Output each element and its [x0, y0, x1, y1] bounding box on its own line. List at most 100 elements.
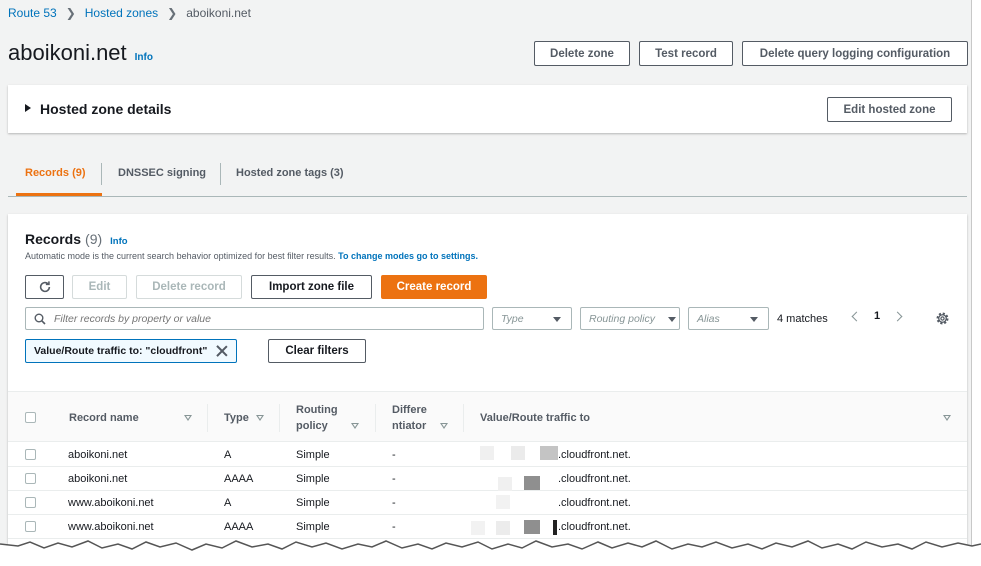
info-link[interactable]: Info [135, 52, 153, 63]
record-name[interactable]: www.aboikoni.net [68, 497, 154, 509]
description-text: Automatic mode is the current search beh… [25, 251, 336, 261]
routing-policy-select[interactable]: Routing policy [580, 307, 680, 330]
records-title: Records [25, 231, 82, 247]
records-info-link[interactable]: Info [110, 236, 127, 247]
select-all-checkbox[interactable] [25, 412, 36, 423]
redacted-block [524, 476, 540, 490]
record-routing: Simple [296, 473, 330, 485]
row-checkbox[interactable] [25, 497, 36, 508]
records-container: Records (9) Info Automatic mode is the c… [8, 214, 967, 548]
table-row[interactable]: www.aboikoni.net A Simple - .cloudfront.… [8, 491, 967, 515]
caret-right-icon[interactable] [25, 104, 31, 112]
filter-token: Value/Route traffic to: "cloudfront" [25, 339, 238, 363]
record-name[interactable]: aboikoni.net [68, 473, 127, 485]
torn-edge [0, 540, 981, 566]
delete-query-logging-button[interactable]: Delete query logging configuration [742, 41, 968, 66]
column-type[interactable]: Type [224, 410, 249, 426]
column-routing-line1: Routing [296, 404, 338, 416]
record-differentiator: - [392, 473, 396, 485]
refresh-icon [39, 281, 50, 293]
test-record-button[interactable]: Test record [639, 41, 733, 66]
caret-down-icon [553, 317, 561, 322]
settings-link[interactable]: To change modes go to settings. [338, 251, 478, 261]
column-divider [207, 404, 208, 432]
record-name[interactable]: aboikoni.net [68, 449, 127, 461]
type-select[interactable]: Type [492, 307, 572, 330]
hosted-zone-details-panel: Hosted zone details Edit hosted zone [8, 85, 967, 133]
next-page-icon[interactable] [892, 311, 903, 321]
previous-page-icon[interactable] [851, 311, 862, 321]
column-value-route-traffic[interactable]: Value/Route traffic to [480, 410, 590, 426]
caret-down-icon [750, 317, 758, 322]
tab-hosted-zone-tags[interactable]: Hosted zone tags (3) [236, 167, 344, 179]
delete-record-button[interactable]: Delete record [136, 275, 242, 299]
hosted-zone-details-toggle[interactable]: Hosted zone details [40, 101, 171, 117]
redacted-block [498, 477, 512, 491]
type-select-placeholder: Type [501, 312, 524, 325]
column-diff-line2: ntiator [392, 420, 427, 432]
tabs: Records (9) DNSSEC signing Hosted zone t… [8, 155, 967, 197]
redacted-block [496, 495, 510, 509]
sort-icon[interactable] [943, 415, 951, 421]
pagination: 1 [851, 310, 903, 322]
sort-icon[interactable] [184, 415, 192, 421]
column-differentiator[interactable]: Differe ntiator [392, 402, 427, 434]
alias-select[interactable]: Alias [688, 307, 769, 330]
tab-dnssec-signing[interactable]: DNSSEC signing [118, 167, 206, 179]
edit-button[interactable]: Edit [72, 275, 127, 299]
record-value: .cloudfront.net. [558, 449, 631, 461]
close-icon[interactable] [216, 345, 228, 357]
routing-select-placeholder: Routing policy [589, 312, 655, 325]
tab-divider [101, 163, 102, 185]
column-divider [463, 404, 464, 432]
filter-records-input[interactable] [54, 312, 454, 325]
tab-records[interactable]: Records (9) [25, 167, 86, 179]
record-value: .cloudfront.net. [558, 497, 631, 509]
record-type: A [224, 497, 232, 509]
column-diff-line1: Differe [392, 404, 427, 416]
record-routing: Simple [296, 449, 330, 461]
filter-token-label: Value/Route traffic to: "cloudfront" [34, 345, 208, 357]
breadcrumb-current: aboikoni.net [186, 6, 251, 20]
breadcrumb: Route 53 ❯ Hosted zones ❯ aboikoni.net [8, 6, 251, 20]
column-record-name[interactable]: Record name [69, 410, 139, 426]
sort-icon[interactable] [256, 415, 264, 421]
import-zone-file-button[interactable]: Import zone file [251, 275, 372, 299]
caret-down-icon [668, 317, 676, 322]
route53-page: Route 53 ❯ Hosted zones ❯ aboikoni.net a… [0, 0, 972, 548]
filter-box [25, 307, 484, 330]
record-type: AAAA [224, 473, 254, 485]
record-value: .cloudfront.net. [558, 473, 631, 485]
record-routing: Simple [296, 497, 330, 509]
search-icon [34, 313, 46, 325]
clear-filters-button[interactable]: Clear filters [268, 339, 366, 363]
page-header: aboikoni.net Info [8, 40, 153, 66]
refresh-button[interactable] [25, 275, 64, 299]
sort-icon[interactable] [351, 423, 359, 429]
column-routing-line2: policy [296, 420, 328, 432]
column-divider [279, 404, 280, 432]
page-title: aboikoni.net [8, 40, 127, 65]
delete-zone-button[interactable]: Delete zone [534, 41, 630, 66]
chevron-right-icon: ❯ [65, 6, 76, 20]
records-description: Automatic mode is the current search beh… [25, 251, 478, 261]
column-routing-policy[interactable]: Routing policy [296, 402, 338, 434]
tab-divider [220, 163, 221, 185]
record-differentiator: - [392, 449, 396, 461]
breadcrumb-hosted-zones[interactable]: Hosted zones [85, 6, 158, 20]
record-differentiator: - [392, 497, 396, 509]
alias-select-placeholder: Alias [697, 312, 720, 325]
current-page[interactable]: 1 [874, 310, 880, 322]
row-checkbox[interactable] [25, 449, 36, 460]
table-row[interactable]: aboikoni.net AAAA Simple - .cloudfront.n… [8, 467, 967, 491]
redacted-block [540, 446, 558, 460]
sort-icon[interactable] [440, 423, 448, 429]
gear-icon[interactable] [935, 311, 950, 326]
redacted-block [480, 446, 494, 460]
table-row[interactable]: aboikoni.net A Simple - .cloudfront.net. [8, 443, 967, 467]
create-record-button[interactable]: Create record [381, 275, 487, 299]
row-checkbox[interactable] [25, 473, 36, 484]
record-type: A [224, 449, 232, 461]
edit-hosted-zone-button[interactable]: Edit hosted zone [827, 97, 952, 122]
breadcrumb-route53[interactable]: Route 53 [8, 6, 57, 20]
